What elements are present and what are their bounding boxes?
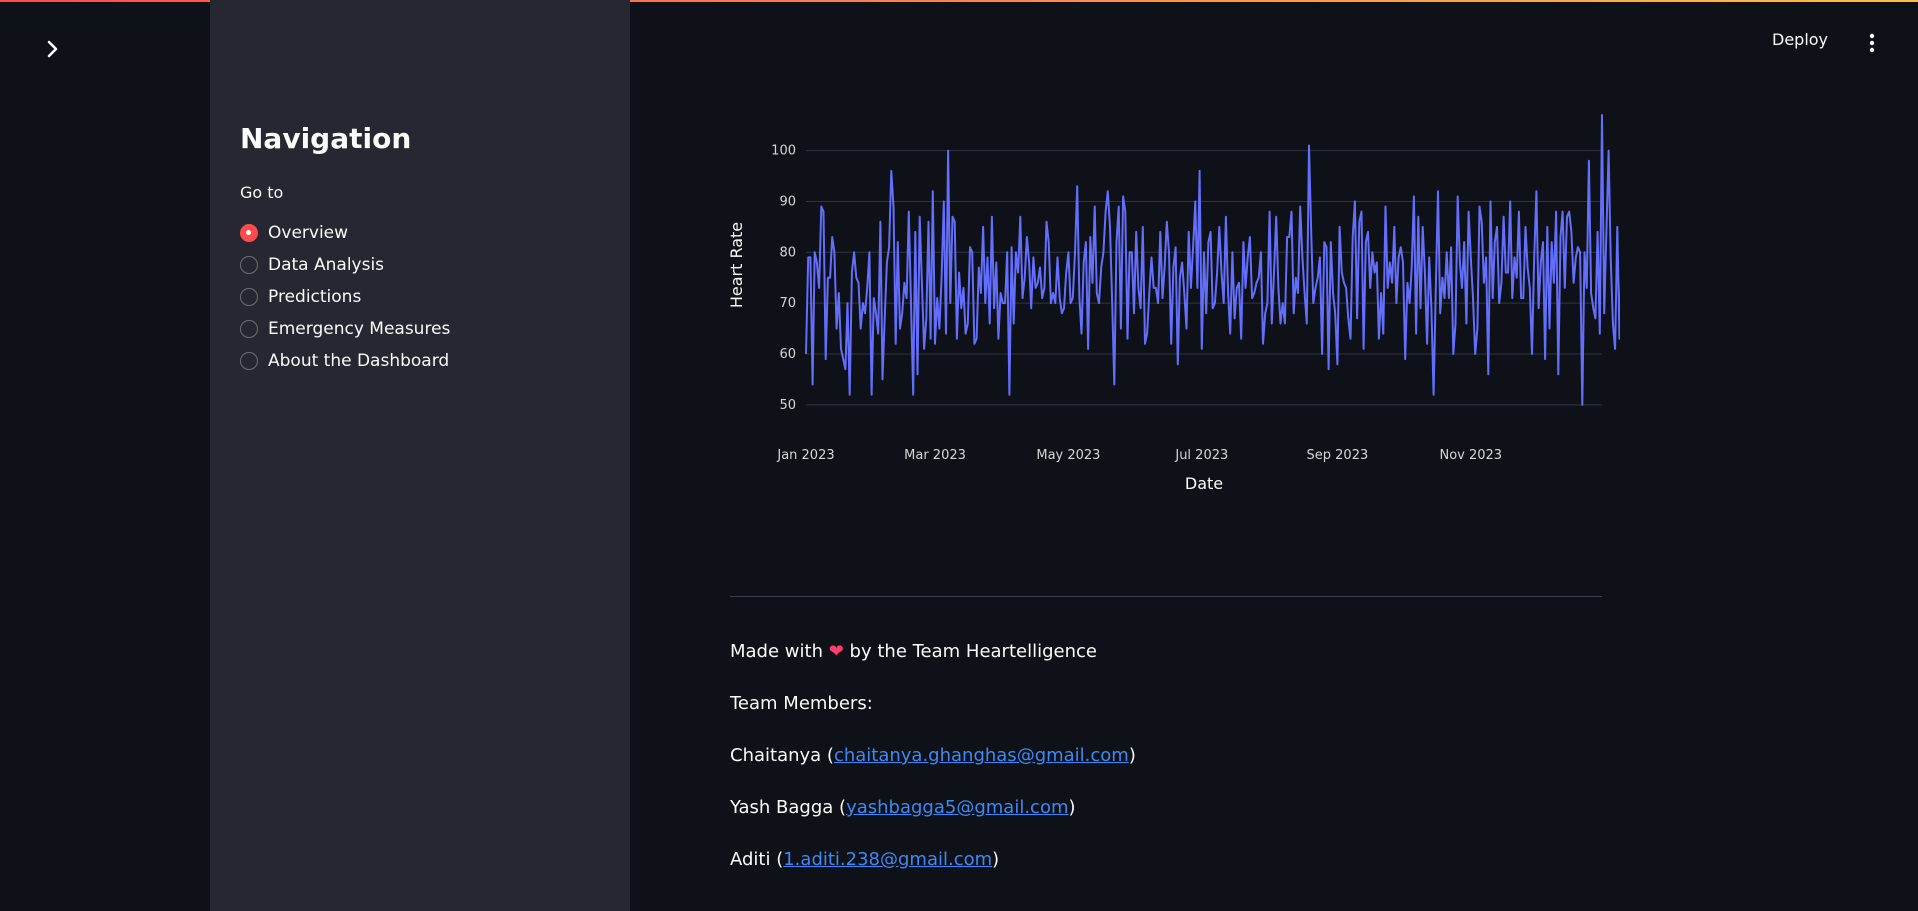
x-axis-title: Date: [1185, 474, 1223, 493]
radio-option-label: Predictions: [268, 287, 362, 307]
made-with-suffix: by the Team Heartelligence: [849, 641, 1097, 662]
radio-option-about-dashboard[interactable]: About the Dashboard: [240, 345, 450, 377]
x-tick-label: May 2023: [1036, 448, 1100, 463]
made-with-prefix: Made with: [730, 641, 823, 662]
deploy-button[interactable]: Deploy: [1772, 30, 1828, 49]
made-with-text: Made with ❤ by the Team Heartelligence: [730, 641, 1097, 662]
team-member-0: Chaitanya (chaitanya.ghanghas@gmail.com): [730, 745, 1136, 766]
member-name: Chaitanya: [730, 745, 822, 766]
x-tick-label: Nov 2023: [1439, 448, 1502, 463]
y-tick-label: 70: [779, 296, 796, 311]
radio-button[interactable]: [240, 352, 258, 370]
radio-option-label: Data Analysis: [268, 255, 385, 275]
radio-button[interactable]: [240, 224, 258, 242]
navigation-radio-group: Overview Data Analysis Predictions Emerg…: [240, 217, 450, 377]
radio-option-label: Overview: [268, 223, 349, 243]
expand-sidebar-button[interactable]: [38, 34, 68, 64]
radio-group-label: Go to: [240, 183, 284, 202]
x-tick-label: Mar 2023: [904, 448, 966, 463]
member-email-link[interactable]: yashbagga5@gmail.com: [846, 797, 1068, 818]
member-name: Yash Bagga: [730, 797, 834, 818]
radio-option-predictions[interactable]: Predictions: [240, 281, 450, 313]
sidebar: Navigation Go to Overview Data Analysis …: [210, 0, 630, 911]
team-member-2: Aditi (1.aditi.238@gmail.com): [730, 849, 1000, 870]
y-axis-title: Heart Rate: [727, 222, 746, 308]
x-tick-label: Jan 2023: [776, 448, 834, 463]
y-tick-label: 60: [779, 347, 796, 362]
radio-option-overview[interactable]: Overview: [240, 217, 450, 249]
more-vertical-icon: [1869, 33, 1875, 53]
y-tick-label: 50: [779, 398, 796, 413]
heart-icon: ❤: [828, 641, 844, 662]
radio-option-label: Emergency Measures: [268, 319, 451, 339]
sidebar-title: Navigation: [240, 122, 412, 155]
team-members-label: Team Members:: [730, 693, 873, 714]
radio-button[interactable]: [240, 320, 258, 338]
radio-button[interactable]: [240, 256, 258, 274]
y-tick-label: 90: [779, 194, 796, 209]
member-email-link[interactable]: chaitanya.ghanghas@gmail.com: [834, 745, 1129, 766]
x-tick-label: Jul 2023: [1174, 448, 1228, 463]
app-root: Navigation Go to Overview Data Analysis …: [0, 0, 1918, 911]
radio-option-data-analysis[interactable]: Data Analysis: [240, 249, 450, 281]
heart-rate-series-line: [805, 114, 1691, 406]
divider: [730, 596, 1602, 597]
heart-rate-chart[interactable]: 50 60 70 80 90 100 Jan 2023 Mar 2023 May 2023 Jul…: [720, 95, 1691, 515]
radio-button[interactable]: [240, 288, 258, 306]
radio-option-emergency-measures[interactable]: Emergency Measures: [240, 313, 450, 345]
y-tick-label: 80: [779, 245, 796, 260]
x-tick-label: Sep 2023: [1307, 448, 1369, 463]
y-tick-label: 100: [771, 144, 796, 159]
team-member-1: Yash Bagga (yashbagga5@gmail.com): [730, 797, 1076, 818]
member-email-link[interactable]: 1.aditi.238@gmail.com: [783, 849, 992, 870]
chart-svg: 50 60 70 80 90 100 Jan 2023 Mar 2023 May 2023 Jul…: [727, 114, 1691, 493]
chevron-right-icon: [47, 40, 58, 58]
radio-option-label: About the Dashboard: [268, 351, 450, 371]
main-menu-button[interactable]: [1862, 30, 1882, 56]
member-name: Aditi: [730, 849, 771, 870]
